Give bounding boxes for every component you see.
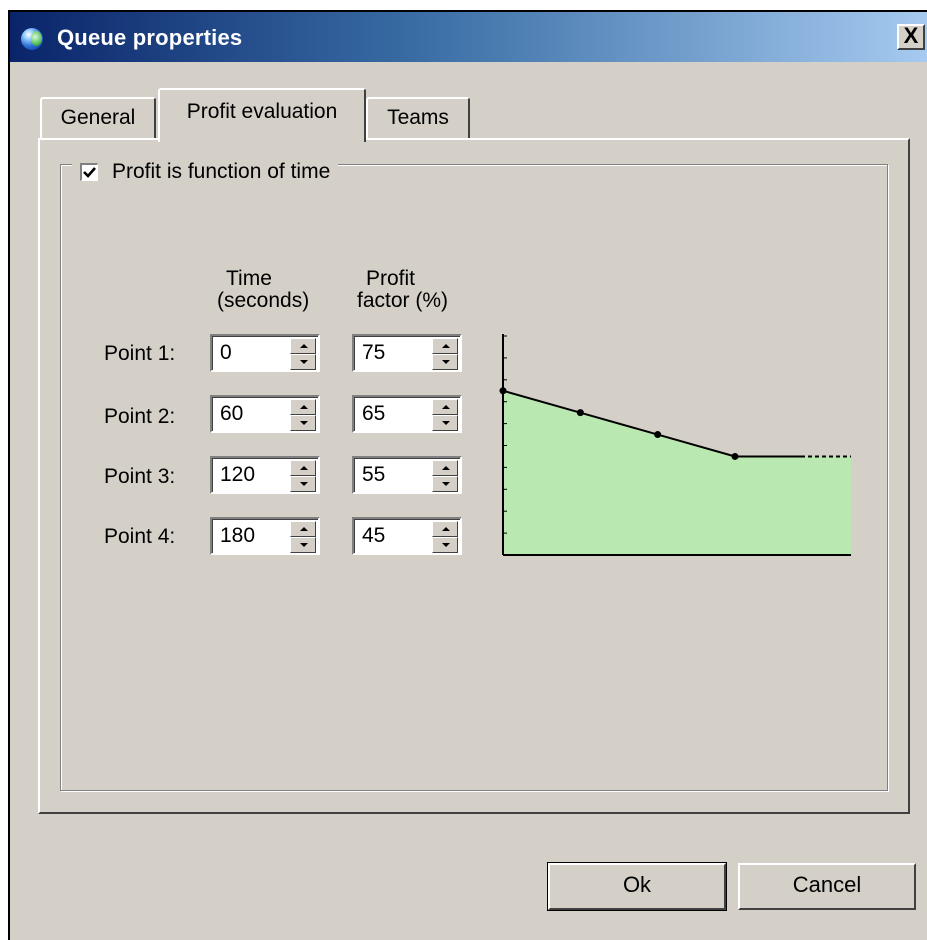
spin-down-arrow-icon[interactable] [432,537,458,553]
point-3-profit-spinbox[interactable]: 55 [352,456,462,494]
time-header-line1: Time [226,267,272,290]
profit-time-checkbox[interactable] [80,163,98,181]
point-4-time-value[interactable]: 180 [220,524,255,548]
tab-profit-evaluation-label: Profit evaluation [186,100,338,123]
point-1-time-spinbox[interactable]: 0 [210,334,320,372]
spin-down-arrow-icon[interactable] [290,354,316,370]
spin-up-arrow-icon[interactable] [290,399,316,415]
window-outer-margin [0,0,927,10]
profit-column-header: Profit factor (%) [357,267,449,312]
spin-up-arrow-icon[interactable] [290,521,316,537]
ok-button[interactable]: Ok [547,862,727,911]
spin-up-arrow-icon[interactable] [290,460,316,476]
chart-point-1 [499,387,507,395]
cancel-button[interactable]: Cancel [738,863,916,910]
time-header-line2: (seconds) [217,289,310,312]
spin-down-arrow-icon[interactable] [290,415,316,431]
point-4-profit-spinbox[interactable]: 45 [352,517,462,555]
profit-header-line1: Profit [366,267,416,290]
point-1-label: Point 1: [104,342,176,365]
close-button[interactable]: X [897,24,925,50]
app-globe-icon [21,28,43,50]
point-4-label: Point 4: [104,525,176,548]
window-outer-margin-left [0,10,8,940]
spin-down-arrow-icon[interactable] [432,476,458,492]
tab-general-label: General [60,106,136,129]
time-column-header: Time (seconds) [217,267,310,312]
spin-down-arrow-icon[interactable] [290,476,316,492]
point-3-profit-value[interactable]: 55 [362,463,385,487]
chart-point-4 [731,452,739,460]
tab-general[interactable]: General [40,97,156,139]
point-3-label: Point 3: [104,465,176,488]
profit-header-line2: factor (%) [357,289,449,312]
point-1-profit-spinbox[interactable]: 75 [352,334,462,372]
chart-area-fill [503,390,851,555]
title-bar[interactable]: Queue properties X [10,12,927,62]
point-2-time-value[interactable]: 60 [220,402,243,426]
chart-point-3 [654,431,662,439]
point-1-time-value[interactable]: 0 [220,341,232,365]
point-4-time-spinbox[interactable]: 180 [210,517,320,555]
point-1-profit-value[interactable]: 75 [362,341,385,365]
window-border-left [8,10,10,940]
point-2-profit-spinbox[interactable]: 65 [352,395,462,433]
tab-profit-evaluation[interactable]: Profit evaluation [158,88,366,142]
spin-up-arrow-icon[interactable] [432,521,458,537]
profit-curve-chart [499,334,851,556]
spin-down-arrow-icon[interactable] [432,415,458,431]
tab-teams-label: Teams [387,106,449,129]
profit-time-checkbox-row[interactable]: Profit is function of time [72,157,339,187]
point-2-profit-value[interactable]: 65 [362,402,385,426]
point-2-label: Point 2: [104,405,176,428]
spin-up-arrow-icon[interactable] [432,460,458,476]
spin-up-arrow-icon[interactable] [432,338,458,354]
queue-properties-dialog: Queue properties X General Profit evalua… [0,0,927,940]
chart-point-2 [576,409,584,417]
spin-down-arrow-icon[interactable] [290,537,316,553]
profit-time-checkbox-label: Profit is function of time [112,160,331,183]
checkmark-icon [83,167,96,178]
point-3-time-value[interactable]: 120 [220,463,255,487]
window-title: Queue properties [57,25,243,50]
spin-up-arrow-icon[interactable] [290,338,316,354]
tab-teams[interactable]: Teams [366,97,470,139]
point-3-time-spinbox[interactable]: 120 [210,456,320,494]
point-4-profit-value[interactable]: 45 [362,524,385,548]
point-2-time-spinbox[interactable]: 60 [210,395,320,433]
spin-down-arrow-icon[interactable] [432,354,458,370]
spin-up-arrow-icon[interactable] [432,399,458,415]
